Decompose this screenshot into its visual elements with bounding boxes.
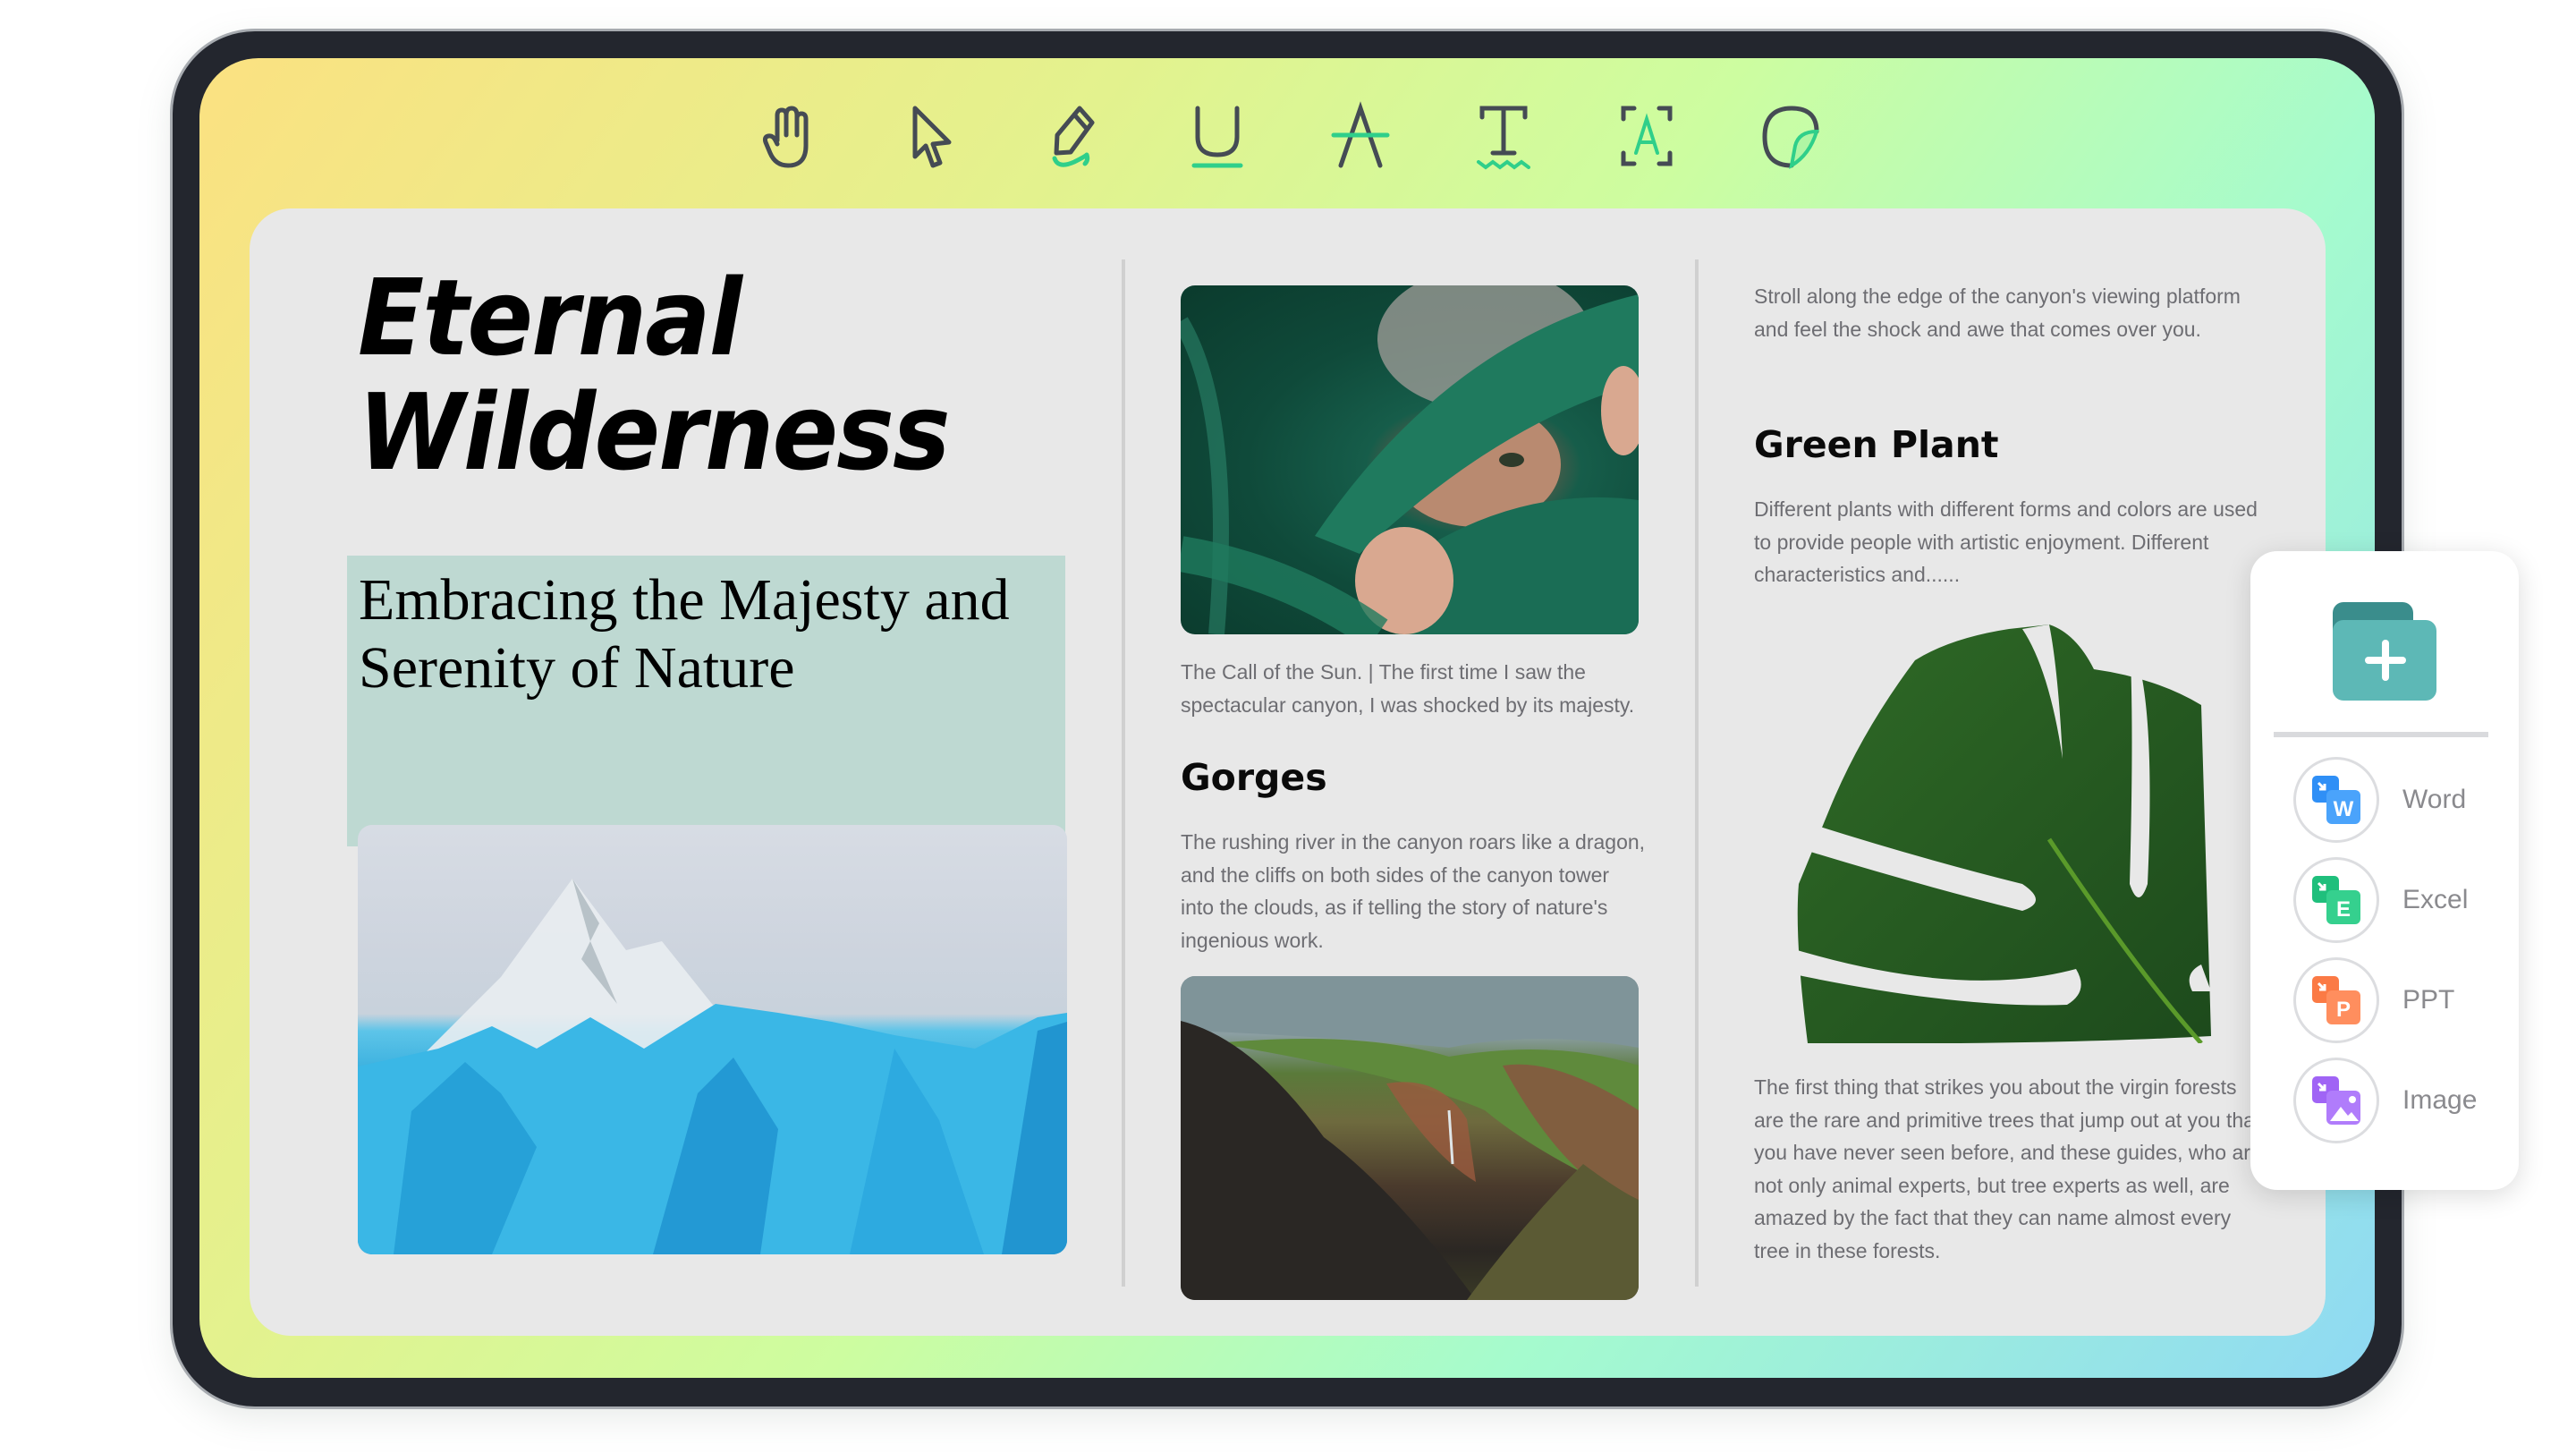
svg-text:W: W: [2334, 797, 2354, 821]
gorges-paragraph: The rushing river in the canyon roars li…: [1181, 830, 1646, 952]
title-line-1: Eternal: [358, 256, 742, 379]
monstera-leaf-illustration: [1785, 625, 2211, 1045]
sticker-icon: [1762, 106, 1819, 169]
document-page: Eternal Wilderness Embracing the Majesty…: [250, 208, 2326, 1336]
export-word-label: Word: [2402, 785, 2467, 814]
canyon-illustration: [1181, 976, 1639, 1300]
document-title: Eternal Wilderness: [358, 260, 983, 489]
title-line-2: Wilderness: [358, 370, 951, 494]
excel-convert-icon: E: [2312, 876, 2360, 924]
add-file-button[interactable]: [2333, 602, 2436, 701]
svg-text:P: P: [2336, 998, 2351, 1022]
column-divider-2: [1695, 259, 1699, 1287]
woman-illustration: [1181, 285, 1639, 634]
hand-tool-button[interactable]: [756, 101, 820, 173]
ocr-tool-button[interactable]: [1614, 101, 1679, 173]
ocr-text-icon: [1621, 106, 1673, 166]
export-panel: W Word E Excel P PPT Image: [2250, 551, 2519, 1190]
export-ppt-icon-circle: P: [2293, 957, 2379, 1043]
canyon-photo: [1181, 976, 1639, 1300]
forest-paragraph: The first thing that strikes you about t…: [1754, 1075, 2262, 1262]
gorges-heading: Gorges: [1181, 756, 1327, 799]
strikethrough-icon: [1331, 101, 1390, 168]
pencil-highlight-icon: [1052, 106, 1095, 167]
export-excel-icon-circle: E: [2293, 857, 2379, 943]
hand-icon: [762, 106, 809, 168]
cursor-arrow-icon: [912, 106, 952, 168]
canyon-viewing-paragraph: Stroll along the edge of the canyon's vi…: [1754, 285, 2241, 341]
green-plant-paragraph: Different plants with different forms an…: [1754, 497, 2258, 586]
annotation-toolbar: [199, 101, 2375, 173]
glacier-illustration: [358, 879, 1067, 1254]
folder-plus-icon: [2333, 602, 2436, 701]
export-word-button[interactable]: W Word: [2293, 757, 2508, 843]
underline-tool-button[interactable]: [1185, 101, 1250, 173]
sun-caption: The Call of the Sun. | The first time I …: [1181, 660, 1635, 717]
green-plant-heading: Green Plant: [1754, 423, 1999, 466]
export-image-button[interactable]: Image: [2293, 1058, 2508, 1143]
tablet-screen: Eternal Wilderness Embracing the Majesty…: [199, 58, 2375, 1378]
tablet-frame: Eternal Wilderness Embracing the Majesty…: [173, 31, 2402, 1406]
select-tool-button[interactable]: [899, 101, 963, 173]
export-excel-label: Excel: [2402, 885, 2469, 914]
word-convert-icon: W: [2312, 776, 2360, 824]
sticker-tool-button[interactable]: [1758, 101, 1822, 173]
column-divider-1: [1122, 259, 1125, 1287]
export-image-icon-circle: [2293, 1058, 2379, 1143]
strikethrough-tool-button[interactable]: [1328, 101, 1393, 173]
export-word-icon-circle: W: [2293, 757, 2379, 843]
image-convert-icon: [2312, 1076, 2360, 1125]
svg-text:E: E: [2336, 897, 2351, 922]
glacier-photo: [358, 825, 1067, 1254]
highlighted-subtitle[interactable]: Embracing the Majesty and Serenity of Na…: [347, 556, 1065, 846]
underline-icon: [1191, 106, 1243, 168]
text-squiggly-icon: [1477, 106, 1530, 170]
subtitle-text: Embracing the Majesty and Serenity of Na…: [359, 567, 1010, 701]
export-ppt-label: PPT: [2402, 985, 2455, 1015]
ppt-convert-icon: P: [2312, 976, 2360, 1024]
export-excel-button[interactable]: E Excel: [2293, 857, 2508, 943]
squiggly-text-tool-button[interactable]: [1471, 101, 1536, 173]
highlight-tool-button[interactable]: [1042, 101, 1106, 173]
export-ppt-button[interactable]: P PPT: [2293, 957, 2508, 1043]
woman-with-leaves-photo: [1181, 285, 1639, 634]
panel-divider: [2274, 732, 2488, 737]
monstera-leaf-photo: [1781, 616, 2211, 1045]
export-image-label: Image: [2402, 1085, 2478, 1115]
